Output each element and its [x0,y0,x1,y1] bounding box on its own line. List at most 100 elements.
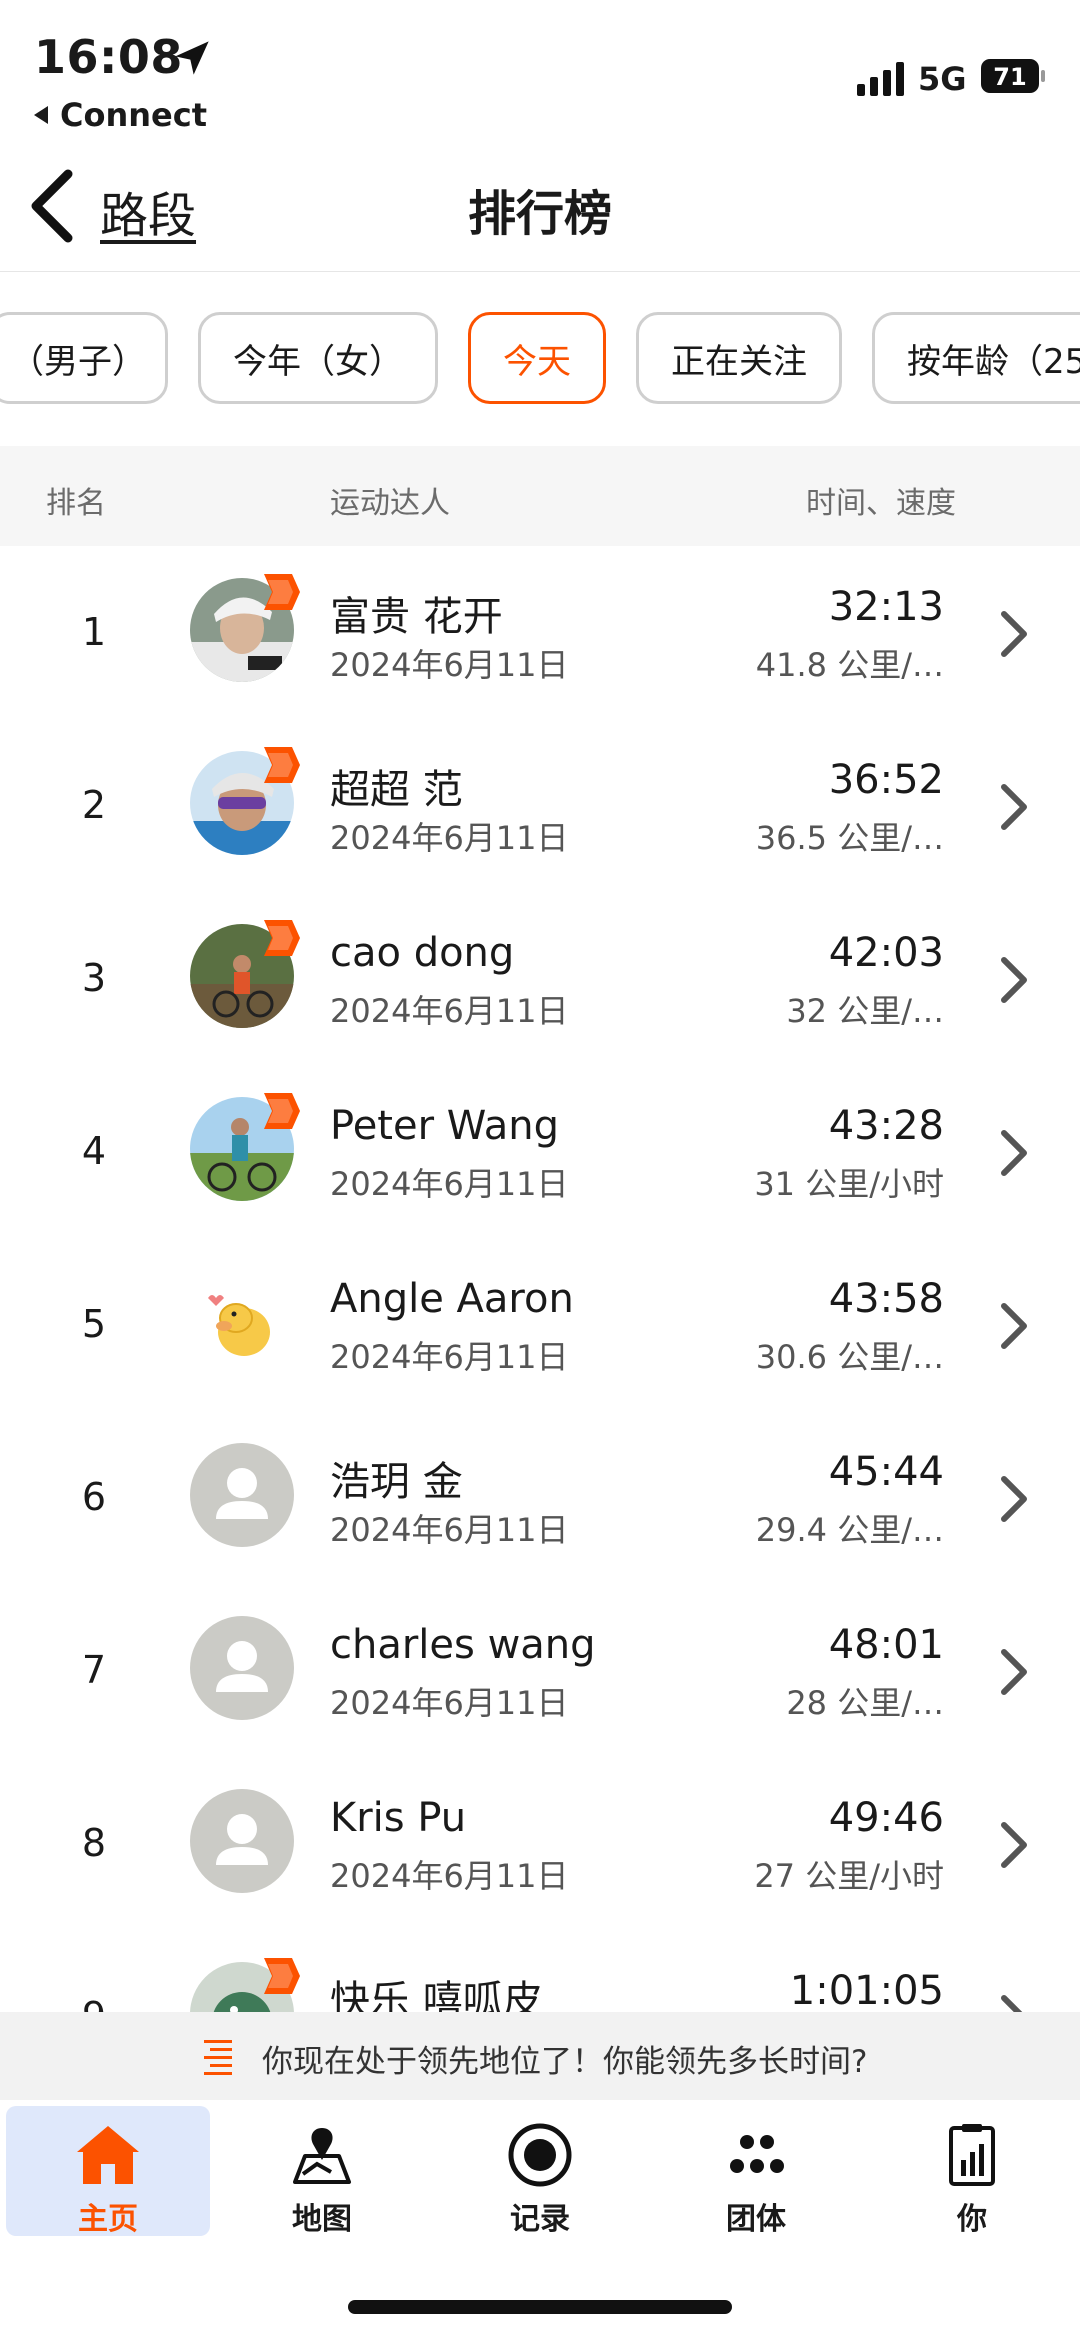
tab-record[interactable]: 记录 [438,2106,642,2237]
leaderboard-row[interactable]: 7 charles wang 2024年6月11日 48:01 28 公里/… [0,1584,1080,1757]
effort-date: 2024年6月11日 [330,646,569,684]
status-bar: 16:08 Connect 5G 71 [0,0,1080,140]
leaderboard-row[interactable]: 2 超超 范 2024年6月11日 36:52 36.5 公里/… [0,719,1080,892]
subscriber-badge-icon [264,574,300,610]
leaderboard-row[interactable]: 4 Peter Wang 2024年6月11日 43:28 31 公里/小时 [0,1065,1080,1238]
effort-date: 2024年6月11日 [330,1857,569,1895]
athlete-name: charles wang [330,1622,596,1668]
location-arrow-icon [175,41,209,75]
header-rank: 排名 [46,486,106,521]
leaderboard-row[interactable]: 9 快乐 嘻呱皮 1:01:05 [0,1930,1080,2012]
subscriber-badge-icon [264,1958,300,1994]
athlete-name: 浩玥 金 [330,1459,463,1505]
tab-groups[interactable]: 团体 [654,2106,858,2237]
header-time-speed: 时间、速度 [806,486,956,521]
chevron-right-icon [1001,1995,1023,2012]
tab-maps[interactable]: 地图 [220,2106,424,2237]
status-time: 16:08 [34,30,183,84]
back-app-label: Connect [60,96,207,134]
athlete-name: 超超 范 [330,767,463,813]
subscriber-badge-icon [264,1093,300,1129]
athlete-name: 快乐 嘻呱皮 [330,1978,543,2012]
default-avatar-icon [190,1443,294,1547]
filter-chips: （男子） 今年（女） 今天 正在关注 按年龄（25 [0,312,1080,406]
leaderboard-row[interactable]: 1 富贵 花开 2024年6月11日 32:13 41.8 公里/… [0,546,1080,719]
banner-text: 你现在处于领先地位了！你能领先多长时间? [262,2044,868,2080]
subscriber-badge-icon [264,747,300,783]
groups-icon [730,2135,784,2173]
tab-groups-label: 团体 [726,2202,786,2237]
effort-speed: 41.8 公里/… [755,646,944,684]
chevron-right-icon [1001,611,1027,657]
tab-you-label: 你 [957,2202,987,2237]
leader-banner[interactable]: 你现在处于领先地位了！你能领先多长时间? [0,2012,1080,2100]
row-rank: 8 [81,1821,107,1865]
effort-time: 36:52 [828,757,944,803]
row-rank: 1 [81,610,107,654]
back-to-app[interactable]: Connect [34,96,207,134]
tab-home[interactable]: 主页 [6,2106,210,2237]
effort-time: 32:13 [828,584,944,630]
page-title: 排行榜 [467,186,612,242]
chevron-right-icon [1001,1303,1027,1349]
chevron-right-icon [1001,1130,1027,1176]
home-indicator[interactable] [348,2300,732,2314]
default-avatar-icon [190,1616,294,1720]
record-icon [508,2123,572,2187]
row-rank: 7 [81,1648,107,1692]
leaderboard-list: 1 富贵 花开 2024年6月11日 32:13 41.8 公里/… 2 超超 … [0,546,1080,2012]
default-avatar-icon [190,1789,294,1893]
effort-date: 2024年6月11日 [330,992,569,1030]
leaderboard-row[interactable]: 8 Kris Pu 2024年6月11日 49:46 27 公里/小时 [0,1757,1080,1930]
battery-icon: 71 [981,59,1045,93]
athlete-name: Angle Aaron [330,1276,574,1322]
tab-you[interactable]: 你 [870,2106,1074,2237]
leaderboard-row[interactable]: 3 cao dong 2024年6月11日 42:03 32 公里/… [0,892,1080,1065]
effort-date: 2024年6月11日 [330,1165,569,1203]
row-rank: 5 [81,1302,107,1346]
effort-time: 1:01:05 [789,1968,944,2012]
effort-time: 43:28 [828,1103,944,1149]
effort-speed: 32 公里/… [786,992,944,1030]
athlete-name: Peter Wang [330,1103,560,1149]
battery-level: 71 [993,63,1026,91]
network-type: 5G [918,60,967,98]
row-rank: 2 [81,783,107,827]
effort-date: 2024年6月11日 [330,1338,569,1376]
chevron-right-icon [1001,1822,1027,1868]
effort-speed: 30.6 公里/… [755,1338,944,1376]
subscriber-badge-icon [264,920,300,956]
effort-speed: 36.5 公里/… [755,819,944,857]
filter-chip-following[interactable]: 正在关注 [636,312,842,404]
tab-home-label: 主页 [78,2202,138,2237]
effort-speed: 31 公里/小时 [754,1165,944,1203]
nav-header: 路段 排行榜 [0,140,1080,272]
effort-date: 2024年6月11日 [330,1511,569,1549]
filter-chip-by-age[interactable]: 按年龄（25 [872,312,1080,404]
athlete-name: cao dong [330,930,515,976]
effort-time: 49:46 [828,1795,944,1841]
tab-record-label: 记录 [510,2202,570,2237]
effort-date: 2024年6月11日 [330,819,569,857]
filter-chip-today[interactable]: 今天 [468,312,606,404]
effort-time: 43:58 [828,1276,944,1322]
filter-chip-men[interactable]: （男子） [0,312,168,404]
map-icon [293,2128,351,2184]
leaderboard-row[interactable]: 6 浩玥 金 2024年6月11日 45:44 29.4 公里/… [0,1411,1080,1584]
effort-time: 48:01 [828,1622,944,1668]
header-athlete: 运动达人 [330,486,450,521]
effort-time: 42:03 [828,930,944,976]
leaderboard-header: 排名 运动达人 时间、速度 [0,446,1080,546]
row-rank: 3 [81,956,107,1000]
chevron-right-icon [1001,957,1027,1003]
row-rank: 4 [81,1129,107,1173]
avatar-duck-icon [190,1270,294,1374]
athlete-name: 富贵 花开 [330,594,503,640]
chevron-right-icon [1001,784,1027,830]
filter-chip-this-year-women[interactable]: 今年（女） [198,312,438,404]
leaderboard-row[interactable]: 5 Angle Aaron 2024年6月11日 43:58 30.6 公里/… [0,1238,1080,1411]
back-triangle-icon [34,106,48,124]
effort-time: 45:44 [828,1449,944,1495]
signal-icon [857,62,904,96]
tab-maps-label: 地图 [292,2202,352,2237]
